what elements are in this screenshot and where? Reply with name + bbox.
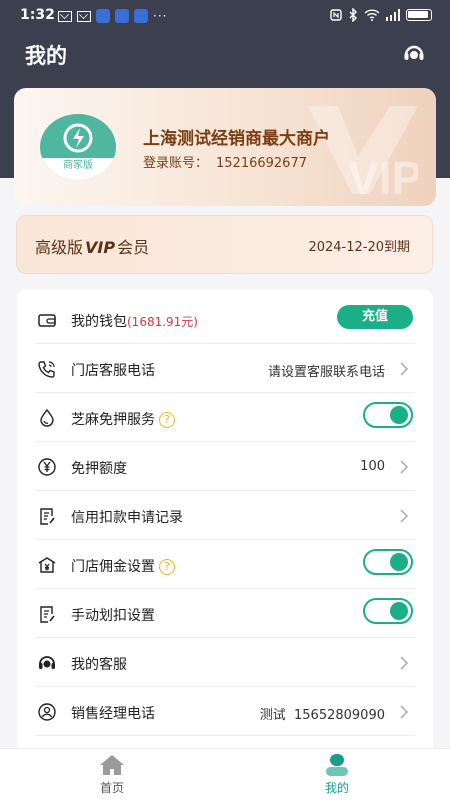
wallet-label: 我的钱包 xyxy=(71,314,127,330)
nfc-icon xyxy=(330,9,342,21)
wifi-icon xyxy=(364,9,380,21)
system-icons xyxy=(330,8,432,22)
chevron-right-icon xyxy=(400,362,409,376)
store-phone-value: 请设置客服联系电话 xyxy=(267,365,385,380)
user-icon xyxy=(326,754,348,776)
menu-item-store-phone[interactable]: 门店客服电话 请设置客服联系电话 xyxy=(17,344,433,393)
account-label: 登录账号： xyxy=(143,156,209,171)
document-edit-icon xyxy=(40,606,55,623)
sesame-label: 芝麻免押服务 xyxy=(71,412,155,428)
yen-circle-icon xyxy=(38,458,56,476)
sesame-drop-icon xyxy=(40,408,54,427)
bottom-tab-bar: 首页 我的 xyxy=(0,748,450,800)
commission-label: 门店佣金设置 xyxy=(71,559,155,575)
settings-menu: 我的钱包(1681.91元) 充值 门店客服电话 请设置客服联系电话 芝麻免押服… xyxy=(17,289,433,759)
home-icon xyxy=(100,755,124,775)
merchant-account: 登录账号： 15216692677 xyxy=(143,152,307,171)
phone-icon xyxy=(38,361,55,378)
vip-level: 高级版 VIP 会员 xyxy=(35,238,150,257)
deposit-quota-label: 免押额度 xyxy=(71,461,127,477)
tab-home[interactable]: 首页 xyxy=(72,753,152,796)
menu-item-credit-records[interactable]: 信用扣款申请记录 xyxy=(17,491,433,540)
tab-mine[interactable]: 我的 xyxy=(297,753,377,796)
help-icon[interactable]: ? xyxy=(159,412,175,428)
customer-service-headset-icon[interactable] xyxy=(402,42,426,66)
mail-icon xyxy=(58,10,72,22)
vip-expire-date: 2024-12-20到期 xyxy=(308,240,410,255)
user-circle-icon xyxy=(38,703,56,721)
status-time: 1:32 xyxy=(20,7,55,23)
manual-deduct-label: 手动划扣设置 xyxy=(71,608,155,624)
vip-watermark: VIP xyxy=(308,106,418,198)
recharge-button[interactable]: 充值 xyxy=(337,305,413,329)
document-edit-icon xyxy=(40,508,55,525)
toggle-knob xyxy=(390,553,408,571)
chevron-right-icon xyxy=(400,656,409,670)
logo-label: 商家版 xyxy=(40,158,116,180)
signal-icon xyxy=(386,9,400,21)
sales-manager-value: 测试 15652809090 xyxy=(259,708,385,723)
toggle-knob xyxy=(390,602,408,620)
chevron-right-icon xyxy=(400,460,409,474)
app-notification-icon xyxy=(96,9,110,23)
merchant-name: 上海测试经销商最大商户 xyxy=(143,129,330,149)
toggle-knob xyxy=(390,406,408,424)
menu-item-commission[interactable]: 门店佣金设置? xyxy=(17,540,433,589)
headset-icon xyxy=(39,656,55,669)
chevron-right-icon xyxy=(400,705,409,719)
vip-membership-card[interactable]: 高级版 VIP 会员 2024-12-20到期 xyxy=(16,215,433,274)
page-title: 我的 xyxy=(25,44,67,68)
merchant-logo: 商家版 xyxy=(40,114,116,180)
more-notifications-icon: ··· xyxy=(153,9,168,23)
manual-deduct-toggle[interactable] xyxy=(363,598,413,624)
tab-home-label: 首页 xyxy=(99,781,124,795)
svg-text:VIP: VIP xyxy=(348,152,418,198)
menu-item-deposit-quota[interactable]: 免押额度 100 xyxy=(17,442,433,491)
menu-item-sales-manager[interactable]: 销售经理电话 测试 15652809090 xyxy=(17,687,433,736)
wallet-icon xyxy=(38,314,56,327)
app-notification-icon xyxy=(134,9,148,23)
menu-item-my-service[interactable]: 我的客服 xyxy=(17,638,433,687)
merchant-card[interactable]: VIP 商家版 上海测试经销商最大商户 登录账号： 15216692677 xyxy=(14,88,436,206)
store-yen-icon xyxy=(38,557,56,573)
battery-icon xyxy=(406,9,432,21)
wallet-balance: (1681.91元) xyxy=(127,315,198,329)
chevron-right-icon xyxy=(400,509,409,523)
charging-logo-icon xyxy=(63,123,93,153)
deposit-quota-value: 100 xyxy=(360,459,385,474)
mail-icon xyxy=(77,10,91,22)
account-number: 15216692677 xyxy=(216,156,307,171)
tab-mine-label: 我的 xyxy=(324,781,349,795)
divider xyxy=(35,735,415,736)
menu-item-sesame-deposit[interactable]: 芝麻免押服务? xyxy=(17,393,433,442)
notification-icons: ··· xyxy=(58,9,167,23)
store-phone-label: 门店客服电话 xyxy=(71,363,155,379)
credit-records-label: 信用扣款申请记录 xyxy=(71,510,183,526)
help-icon[interactable]: ? xyxy=(159,559,175,575)
my-service-label: 我的客服 xyxy=(71,657,127,673)
status-bar: 1:32 ··· xyxy=(0,0,450,32)
sesame-toggle[interactable] xyxy=(363,402,413,428)
menu-item-wallet[interactable]: 我的钱包(1681.91元) 充值 xyxy=(17,295,433,344)
bluetooth-icon xyxy=(349,8,357,22)
menu-item-manual-deduct[interactable]: 手动划扣设置 xyxy=(17,589,433,638)
sales-manager-label: 销售经理电话 xyxy=(71,706,155,722)
app-notification-icon xyxy=(115,9,129,23)
commission-toggle[interactable] xyxy=(363,549,413,575)
